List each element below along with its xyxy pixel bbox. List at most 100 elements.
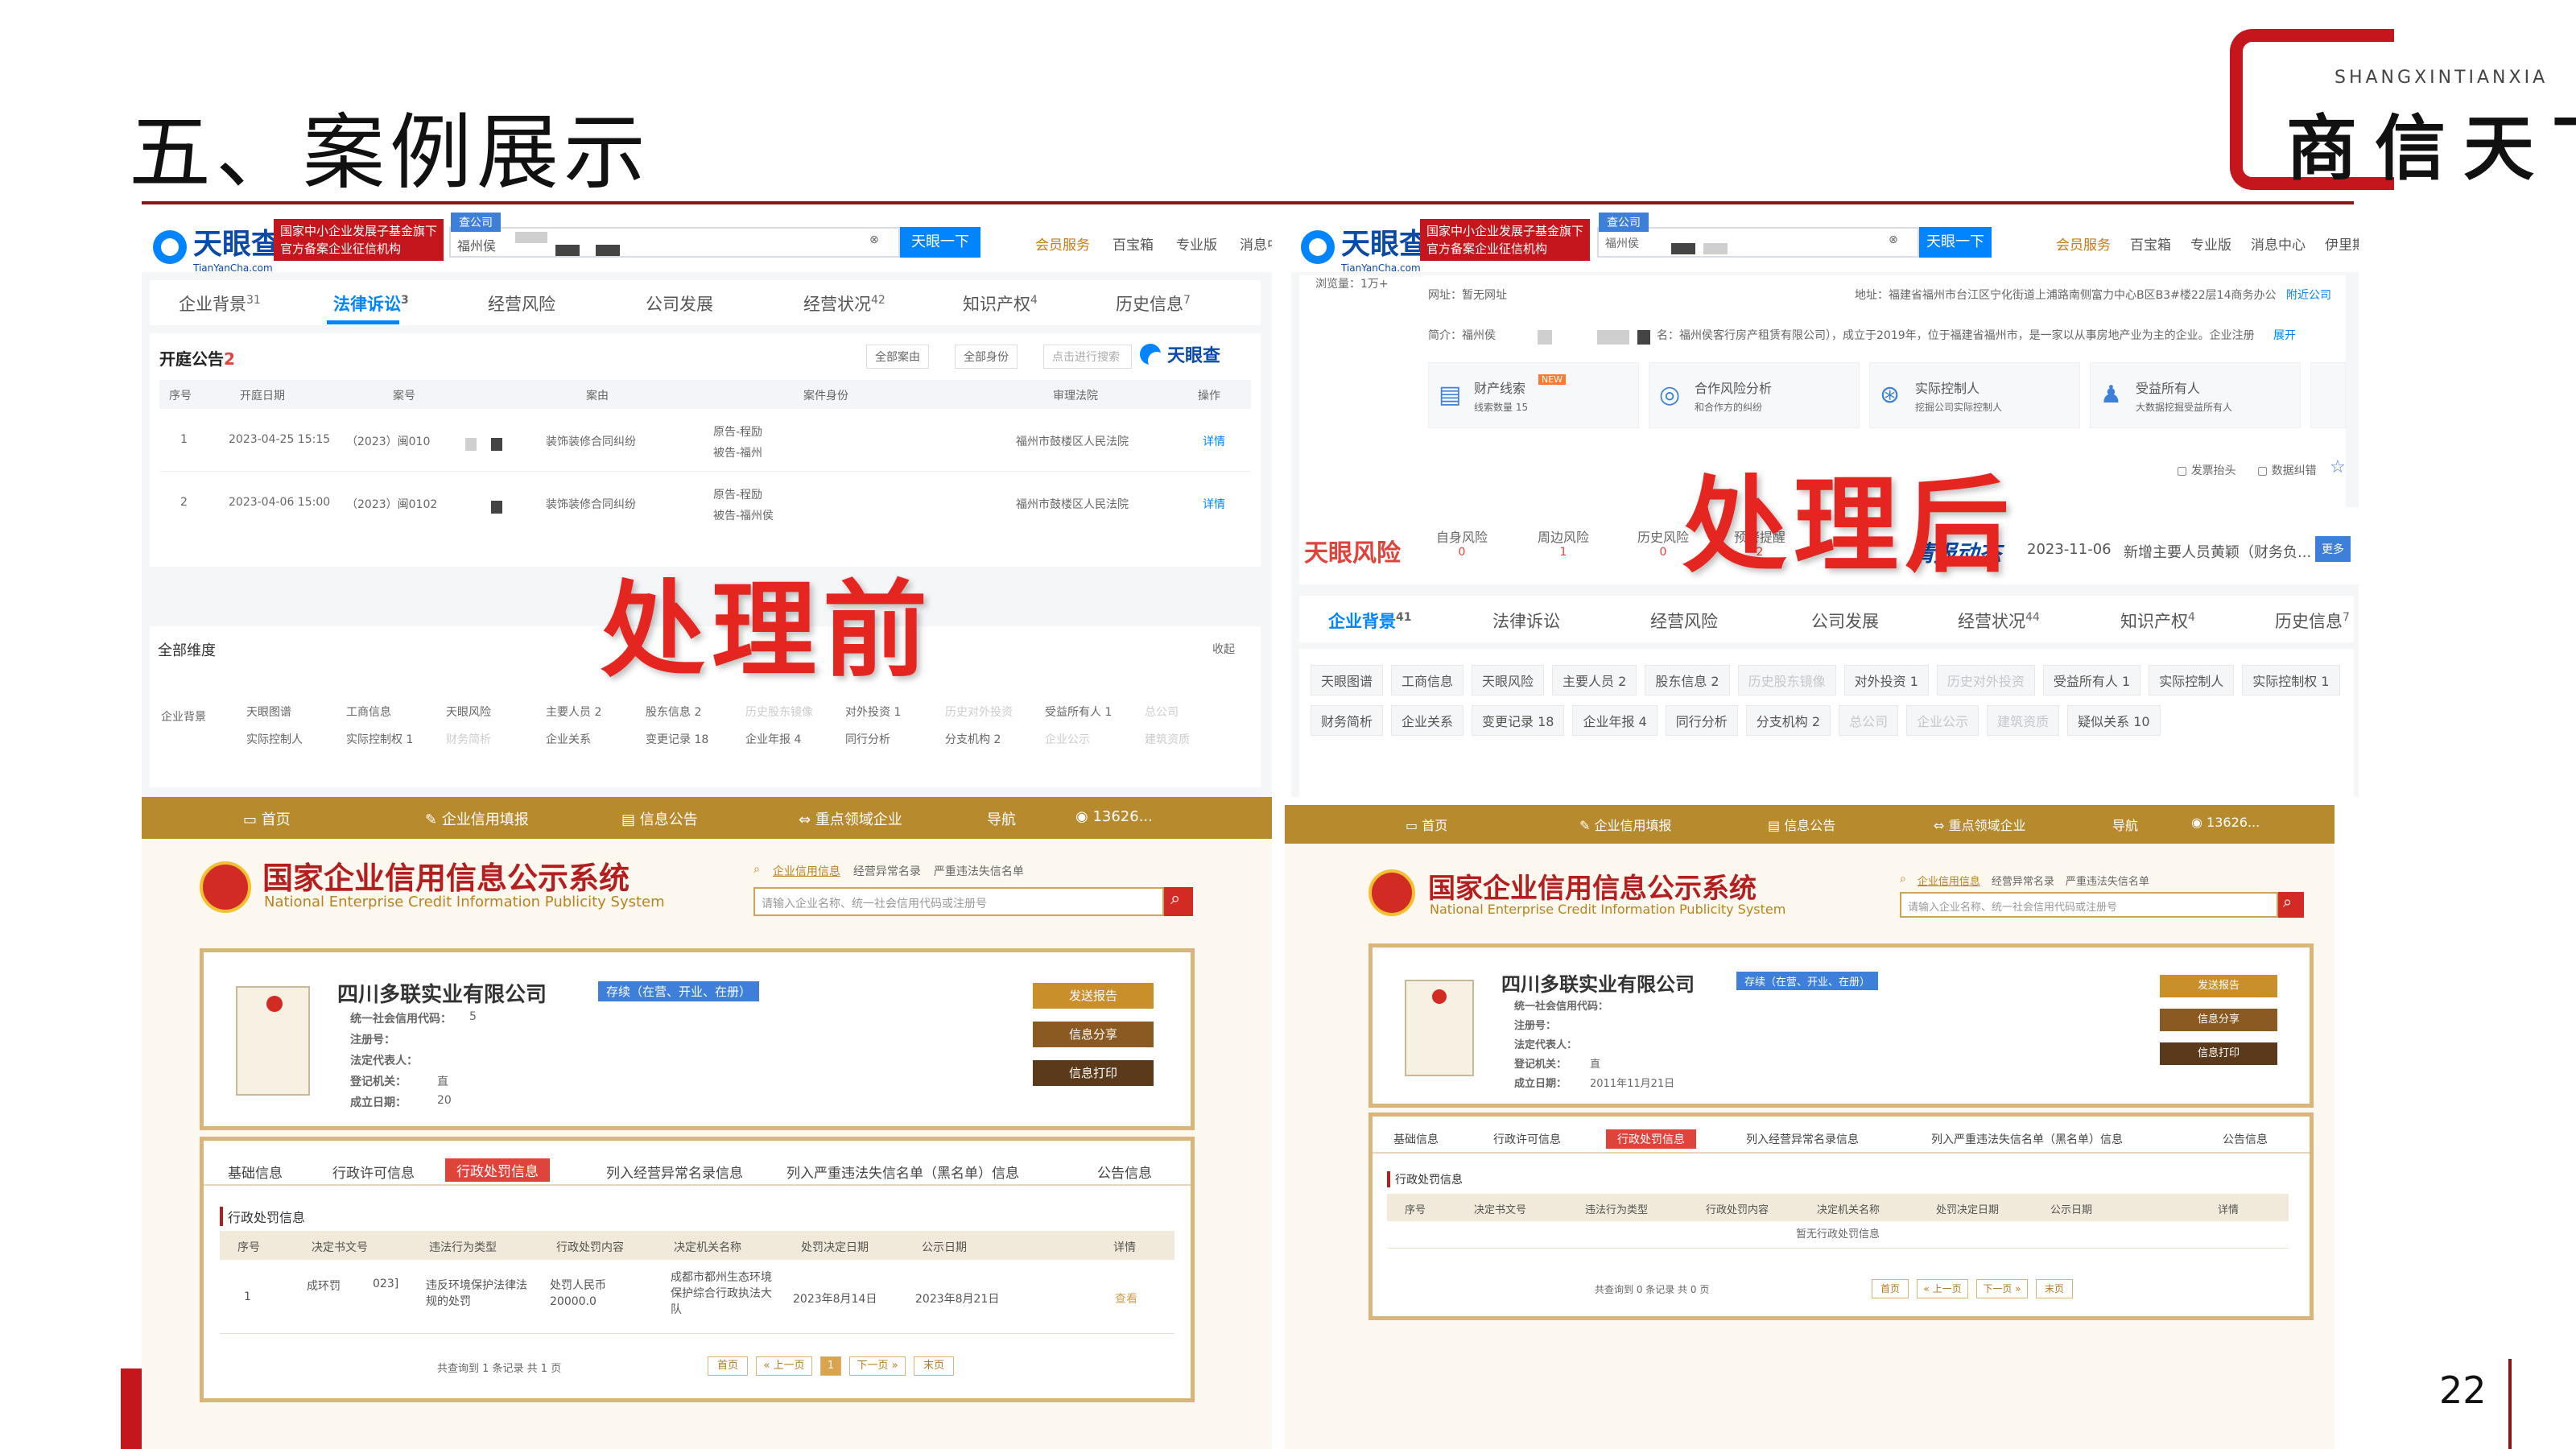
- dimension-chip[interactable]: 疑似关系 10: [2067, 705, 2161, 736]
- data-error-link[interactable]: ▢ 数据纠错: [2257, 462, 2317, 478]
- tab-operation[interactable]: 经营状况44: [1958, 609, 2040, 633]
- pager-prev[interactable]: « 上一页: [756, 1356, 812, 1376]
- tab-notice[interactable]: 公告信息: [2223, 1131, 2268, 1147]
- nav-guide[interactable]: 导航: [2112, 815, 2138, 834]
- tab-license[interactable]: 行政许可信息: [332, 1162, 415, 1182]
- risk-peripheral[interactable]: 周边风险 1: [1538, 526, 1589, 559]
- tab-basic[interactable]: 基础信息: [228, 1162, 283, 1182]
- tab-ip[interactable]: 知识产权4: [2120, 609, 2195, 633]
- invoice-link[interactable]: ▢ 发票抬头: [2177, 462, 2236, 478]
- card-cooperation-risk[interactable]: ◎ 合作风险分析 和合作方的纠纷: [1649, 362, 1860, 428]
- link-credit[interactable]: 企业信用信息: [1918, 873, 1980, 888]
- nav-toolbox[interactable]: 百宝箱: [2130, 233, 2171, 254]
- view-detail-link[interactable]: 查看: [1115, 1290, 1137, 1307]
- dim-item[interactable]: 主要人员 2: [546, 704, 646, 720]
- dim-item[interactable]: 变更记录 18: [646, 731, 745, 747]
- dimension-chip[interactable]: 变更记录 18: [1472, 705, 1565, 736]
- nav-home[interactable]: ▭ 首页: [1406, 815, 1447, 834]
- nav-messages[interactable]: 消息中心: [1240, 233, 1272, 254]
- dimension-chip[interactable]: 历史股东镜像: [1737, 665, 1836, 696]
- dimension-chip[interactable]: 受益所有人 1: [2042, 665, 2141, 696]
- tab-blacklist[interactable]: 列入严重违法失信名单（黑名单）信息: [1931, 1131, 2123, 1147]
- tab-penalty[interactable]: 行政处罚信息: [445, 1158, 550, 1182]
- detail-link[interactable]: 详情: [1203, 433, 1225, 449]
- link-blacklist[interactable]: 严重违法失信名单: [2066, 873, 2149, 888]
- pager-prev[interactable]: « 上一页: [1917, 1279, 1968, 1298]
- nav-key-enterprise[interactable]: ⇔ 重点领域企业: [1934, 815, 2026, 834]
- dim-item[interactable]: 总公司: [1145, 704, 1245, 720]
- tab-basic[interactable]: 基础信息: [1393, 1131, 1439, 1147]
- tab-abnormal[interactable]: 列入经营异常名录信息: [606, 1162, 743, 1182]
- nav-pro[interactable]: 专业版: [2190, 233, 2231, 254]
- dimension-chip[interactable]: 总公司: [1839, 705, 1899, 736]
- dim-item[interactable]: 历史对外投资: [945, 704, 1045, 720]
- tyc-search-input[interactable]: 查公司 福州侯 ⊗: [1597, 213, 1919, 258]
- tab-history[interactable]: 历史信息7: [2275, 609, 2350, 633]
- expand-link[interactable]: 展开: [2273, 327, 2296, 343]
- pager-last[interactable]: 末页: [914, 1356, 954, 1376]
- search-button[interactable]: 天眼一下: [1919, 227, 1992, 258]
- pager-last[interactable]: 末页: [2036, 1279, 2073, 1298]
- nav-key-enterprise[interactable]: ⇔ 重点领域企业: [799, 808, 902, 829]
- pager-next[interactable]: 下一页 »: [1976, 1279, 2028, 1298]
- print-button[interactable]: 信息打印: [1033, 1060, 1154, 1086]
- tab-history[interactable]: 历史信息7: [1116, 291, 1191, 316]
- filter-role[interactable]: 全部身份: [955, 345, 1018, 369]
- dimension-chip[interactable]: 对外投资 1: [1843, 665, 1929, 696]
- dimension-chip[interactable]: 天眼图谱: [1311, 665, 1384, 696]
- nav-home[interactable]: ▭ 首页: [243, 808, 291, 829]
- pager-first[interactable]: 首页: [708, 1356, 748, 1376]
- collapse-button[interactable]: 收起: [1212, 641, 1235, 657]
- star-icon[interactable]: ☆: [2330, 457, 2346, 477]
- dimension-chip[interactable]: 股东信息 2: [1645, 665, 1730, 696]
- dim-item[interactable]: 对外投资 1: [845, 704, 945, 720]
- tab-legal[interactable]: 法律诉讼: [1492, 609, 1560, 633]
- nav-messages[interactable]: 消息中心: [2251, 233, 2306, 254]
- gsxt-search-button[interactable]: ⌕: [1164, 887, 1193, 916]
- dynamic-text[interactable]: 新增主要人员黄颖（财务负...: [2124, 541, 2311, 562]
- nav-report[interactable]: ✎ 企业信用填报: [1579, 815, 1672, 834]
- dimension-chip[interactable]: 同行分析: [1665, 705, 1738, 736]
- dim-item[interactable]: 财务简析: [446, 731, 546, 747]
- dim-item[interactable]: 实际控制权 1: [346, 731, 446, 747]
- card-beneficiary[interactable]: ♟ 受益所有人 大数据挖掘受益所有人: [2090, 362, 2301, 428]
- card-property[interactable]: ▤ 财产线索 NEW 线索数量 15: [1428, 362, 1639, 428]
- link-abnormal[interactable]: 经营异常名录: [1992, 873, 2054, 888]
- tab-notice[interactable]: 公告信息: [1097, 1162, 1152, 1182]
- nav-vip[interactable]: 会员服务: [1035, 233, 1090, 254]
- more-button[interactable]: 更多: [2315, 536, 2351, 562]
- dim-item[interactable]: 历史股东镜像: [745, 704, 845, 720]
- tab-blacklist[interactable]: 列入严重违法失信名单（黑名单）信息: [786, 1162, 1019, 1182]
- nearby-link[interactable]: 附近公司: [2286, 287, 2331, 303]
- dim-item[interactable]: 股东信息 2: [646, 704, 745, 720]
- dimension-chip[interactable]: 企业年报 4: [1572, 705, 1657, 736]
- pager-next[interactable]: 下一页 »: [849, 1356, 906, 1376]
- nav-notice[interactable]: ▤ 信息公告: [621, 808, 698, 829]
- dim-item[interactable]: 企业关系: [546, 731, 646, 747]
- tab-development[interactable]: 公司发展: [1811, 609, 1879, 633]
- nav-account[interactable]: ◉ 13626...: [1075, 808, 1153, 825]
- dimension-chip[interactable]: 建筑资质: [1987, 705, 2060, 736]
- tab-background[interactable]: 企业背景41: [1328, 609, 1411, 633]
- dimension-chip[interactable]: 历史对外投资: [1936, 665, 2035, 696]
- pager-first[interactable]: 首页: [1872, 1279, 1909, 1298]
- dim-item[interactable]: 建筑资质: [1145, 731, 1245, 747]
- filter-cause[interactable]: 全部案由: [866, 345, 929, 369]
- print-button[interactable]: 信息打印: [2160, 1042, 2277, 1065]
- tab-license[interactable]: 行政许可信息: [1493, 1131, 1561, 1147]
- nav-vip[interactable]: 会员服务: [2056, 233, 2111, 254]
- filter-search[interactable]: 点击进行搜索: [1043, 345, 1132, 369]
- nav-pro[interactable]: 专业版: [1176, 233, 1217, 254]
- nav-account[interactable]: ◉ 13626...: [2191, 815, 2260, 830]
- clear-icon[interactable]: ⊗: [1889, 233, 1898, 246]
- dimension-chip[interactable]: 企业关系: [1391, 705, 1464, 736]
- dim-item[interactable]: 天眼风险: [446, 704, 546, 720]
- send-report-button[interactable]: 发送报告: [1033, 983, 1154, 1009]
- tyc-logo[interactable]: 天眼查 TianYanCha.com: [153, 221, 280, 274]
- nav-toolbox[interactable]: 百宝箱: [1113, 233, 1154, 254]
- send-report-button[interactable]: 发送报告: [2160, 975, 2277, 997]
- link-credit[interactable]: 企业信用信息: [773, 863, 840, 879]
- dimension-chip[interactable]: 企业公示: [1906, 705, 1979, 736]
- dim-item[interactable]: 工商信息: [346, 704, 446, 720]
- tab-operation[interactable]: 经营状况42: [803, 291, 886, 316]
